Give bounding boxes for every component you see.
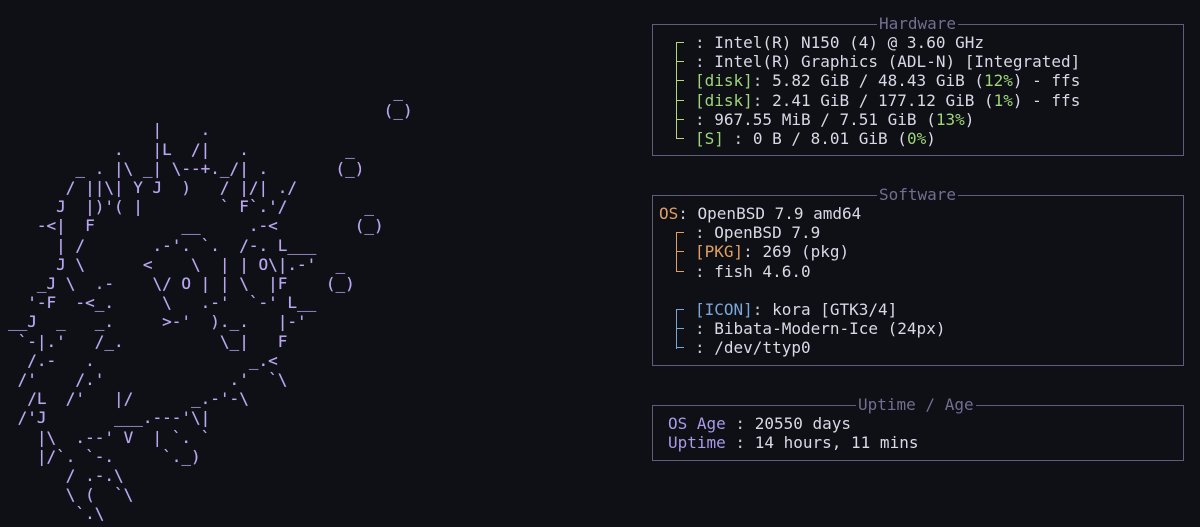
hardware-panel: Hardware : Intel(R) N150 (4) @ 3.60 GHz … bbox=[652, 16, 1184, 156]
software-rows: OS: OpenBSD 7.9 amd64 : OpenBSD 7.9 [PKG… bbox=[659, 204, 945, 358]
hardware-row-cpu: : Intel(R) N150 (4) @ 3.60 GHz bbox=[669, 33, 1080, 53]
ascii-art-logo: _ (_) | . . |L /| . _ _ . |\ _| \--+._/|… bbox=[8, 82, 413, 524]
software-row-terminal: : /dev/ttyp0 bbox=[669, 338, 945, 357]
software-group-theme: [ICON]: kora [GTK3/4] : Bibata-Modern-Ic… bbox=[669, 300, 945, 358]
software-row-packages: [PKG]: 269 (pkg) bbox=[669, 242, 945, 262]
software-group-os: : OpenBSD 7.9 [PKG]: 269 (pkg) : fish 4.… bbox=[669, 223, 945, 281]
software-row-os: OS: OpenBSD 7.9 amd64 bbox=[659, 204, 862, 223]
software-row-kernel: : OpenBSD 7.9 bbox=[669, 223, 945, 243]
uptime-row-uptime: Uptime : 14 hours, 11 mins bbox=[668, 433, 919, 453]
uptime-rows: OS Age : 20550 days Uptime : 14 hours, 1… bbox=[668, 414, 918, 452]
software-panel: Software OS: OpenBSD 7.9 amd64 : OpenBSD… bbox=[652, 187, 1184, 366]
hardware-row-swap: [S] : 0 B / 8.01 GiB (0%) bbox=[669, 128, 1080, 148]
hardware-rows: : Intel(R) N150 (4) @ 3.60 GHz : Intel(R… bbox=[669, 33, 1080, 148]
software-panel-title: Software bbox=[879, 185, 957, 204]
hardware-row-gpu: : Intel(R) Graphics (ADL-N) [Integrated] bbox=[669, 52, 1080, 72]
hardware-panel-title: Hardware bbox=[879, 14, 957, 33]
uptime-row-os-age: OS Age : 20550 days bbox=[668, 414, 852, 433]
software-row-icons: [ICON]: kora [GTK3/4] bbox=[669, 300, 945, 320]
software-spacer bbox=[659, 281, 945, 300]
software-row-cursor: : Bibata-Modern-Ice (24px) bbox=[669, 319, 945, 339]
hardware-row-disk-2: [disk]: 2.41 GiB / 177.12 GiB (1%) - ffs bbox=[669, 90, 1080, 110]
uptime-panel: Uptime / Age OS Age : 20550 days Uptime … bbox=[652, 397, 1184, 461]
software-row-shell: : fish 4.6.0 bbox=[669, 261, 945, 281]
hardware-row-disk-1: [disk]: 5.82 GiB / 48.43 GiB (12%) - ffs bbox=[669, 71, 1080, 91]
hardware-row-memory: : 967.55 MiB / 7.51 GiB (13%) bbox=[669, 109, 1080, 129]
uptime-panel-title: Uptime / Age bbox=[858, 395, 974, 414]
